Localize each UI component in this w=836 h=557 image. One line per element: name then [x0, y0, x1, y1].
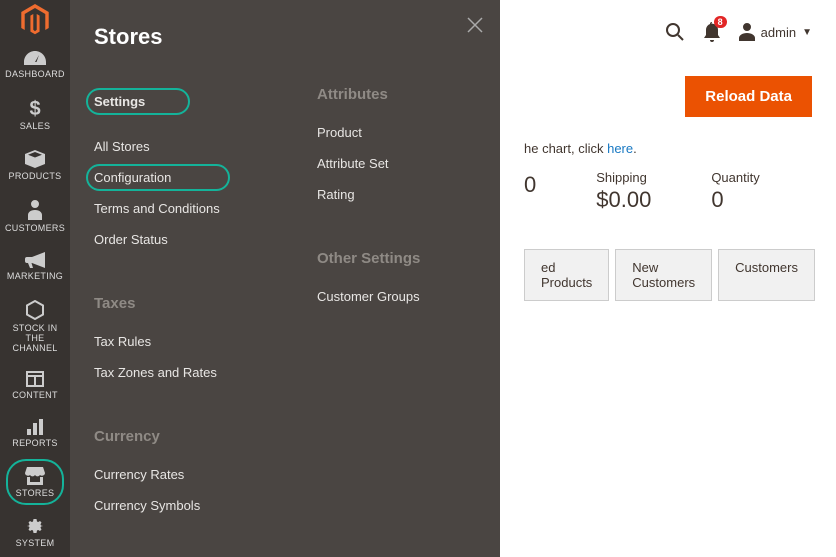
nav-dashboard[interactable]: DASHBOARD: [0, 40, 70, 88]
nav-label: PRODUCTS: [9, 172, 62, 182]
close-icon[interactable]: [466, 16, 484, 34]
metric-value: 0: [524, 172, 536, 198]
search-icon[interactable]: [665, 22, 685, 42]
tab-customers[interactable]: Customers: [718, 249, 815, 301]
flyout-title: Stores: [94, 24, 500, 50]
metric-label: Shipping: [596, 170, 651, 185]
flyout-col-left: Settings All Stores Configuration Terms …: [94, 74, 277, 521]
box-icon: [25, 150, 45, 168]
nav-stores[interactable]: STORES: [0, 457, 70, 507]
caret-down-icon: ▼: [802, 27, 812, 38]
nav-customers[interactable]: CUSTOMERS: [0, 190, 70, 242]
chart-note: he chart, click here.: [524, 141, 812, 156]
admin-sidebar: DASHBOARD $ SALES PRODUCTS CUSTOMERS MAR…: [0, 0, 70, 557]
gear-icon: [26, 517, 44, 535]
section-settings: Settings: [94, 86, 277, 117]
svg-text:$: $: [29, 98, 40, 118]
magento-logo[interactable]: [0, 0, 70, 40]
layout-icon: [26, 371, 44, 387]
tab-products[interactable]: ed Products: [524, 249, 609, 301]
notif-count: 8: [714, 16, 727, 28]
topbar: 8 admin ▼: [524, 14, 812, 50]
nav-marketing[interactable]: MARKETING: [0, 242, 70, 290]
person-icon: [28, 200, 42, 220]
dollar-icon: $: [28, 98, 42, 118]
metric-value: 0: [711, 187, 759, 213]
bar-chart-icon: [26, 419, 44, 435]
metrics-row: 0 Shipping $0.00 Quantity 0: [524, 170, 812, 213]
link-tax-zones[interactable]: Tax Zones and Rates: [94, 357, 277, 388]
reload-data-button[interactable]: Reload Data: [685, 76, 812, 117]
stores-flyout: Stores Settings All Stores Configuration…: [70, 0, 500, 557]
link-attr-rating[interactable]: Rating: [317, 179, 500, 210]
metric-value: $0.00: [596, 187, 651, 213]
dashboard-tabs: ed Products New Customers Customers: [524, 249, 812, 301]
nav-label: CUSTOMERS: [5, 224, 65, 234]
tab-new-customers[interactable]: New Customers: [615, 249, 712, 301]
metric-label: Quantity: [711, 170, 759, 185]
section-currency: Currency: [94, 428, 277, 445]
nav-content[interactable]: CONTENT: [0, 361, 70, 409]
section-other: Other Settings: [317, 250, 500, 267]
nav-label: REPORTS: [12, 439, 57, 449]
link-configuration[interactable]: Configuration: [94, 162, 277, 193]
section-taxes: Taxes: [94, 295, 277, 312]
metric-shipping: Shipping $0.00: [596, 170, 651, 213]
nav-label: DASHBOARD: [5, 70, 65, 80]
username: admin: [761, 25, 796, 40]
link-all-stores[interactable]: All Stores: [94, 131, 277, 162]
nav-label: CONTENT: [12, 391, 58, 401]
nav-label: STORES: [16, 489, 55, 499]
link-attr-set[interactable]: Attribute Set: [317, 148, 500, 179]
notifications-icon[interactable]: 8: [703, 22, 721, 42]
metric: 0: [524, 170, 536, 213]
nav-stock-channel[interactable]: STOCK IN THE CHANNEL: [0, 290, 70, 362]
nav-label: MARKETING: [7, 272, 63, 282]
nav-system[interactable]: SYSTEM: [0, 507, 70, 557]
nav-label: STOCK IN THE CHANNEL: [4, 324, 66, 354]
link-currency-rates[interactable]: Currency Rates: [94, 459, 277, 490]
user-menu[interactable]: admin ▼: [739, 23, 812, 41]
link-order-status[interactable]: Order Status: [94, 224, 277, 255]
flyout-col-right: Attributes Product Attribute Set Rating …: [317, 74, 500, 521]
nav-label: SYSTEM: [16, 539, 55, 549]
chart-enable-link[interactable]: here: [607, 141, 633, 156]
nav-products[interactable]: PRODUCTS: [0, 140, 70, 190]
hexagon-icon: [26, 300, 44, 320]
section-attributes: Attributes: [317, 86, 500, 103]
link-attr-product[interactable]: Product: [317, 117, 500, 148]
link-tax-rules[interactable]: Tax Rules: [94, 326, 277, 357]
gauge-icon: [24, 50, 46, 66]
nav-sales[interactable]: $ SALES: [0, 88, 70, 140]
nav-label: SALES: [20, 122, 51, 132]
main-content: 8 admin ▼ Reload Data he chart, click he…: [500, 0, 836, 315]
link-terms[interactable]: Terms and Conditions: [94, 193, 277, 224]
nav-reports[interactable]: REPORTS: [0, 409, 70, 457]
link-customer-groups[interactable]: Customer Groups: [317, 281, 500, 312]
link-currency-symbols[interactable]: Currency Symbols: [94, 490, 277, 521]
megaphone-icon: [25, 252, 45, 268]
store-icon: [25, 467, 45, 485]
metric-quantity: Quantity 0: [711, 170, 759, 213]
avatar-icon: [739, 23, 755, 41]
